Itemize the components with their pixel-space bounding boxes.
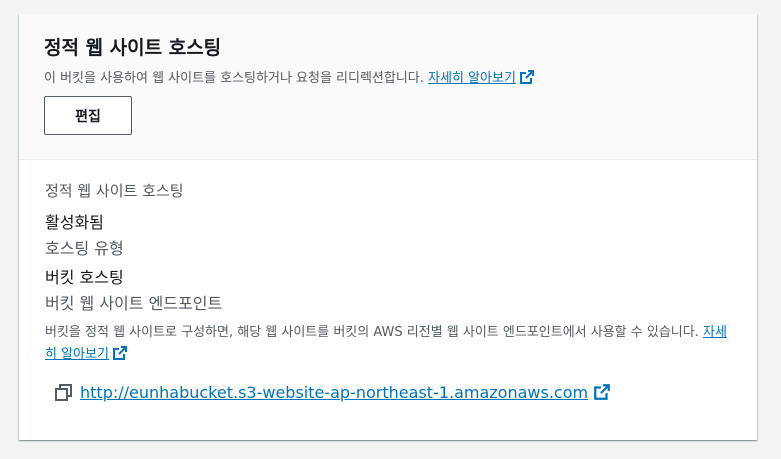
endpoint-help-text: 버킷을 정적 웹 사이트로 구성하면, 해당 웹 사이트를 버킷의 AWS 리전…: [45, 322, 735, 366]
hosting-type-value: 버킷 호스팅: [45, 268, 124, 287]
hosting-type-label: 호스팅 유형: [45, 239, 124, 258]
learn-more-label: 자세히 알아보기: [428, 71, 516, 86]
section-label: 정적 웹 사이트 호스팅: [45, 182, 184, 200]
panel-header: 정적 웹 사이트 호스팅 이 버킷을 사용하여 웹 사이트를 호스팅하거나 요청…: [19, 14, 757, 160]
external-link-icon: [519, 70, 534, 84]
endpoint-label: 버킷 웹 사이트 엔드포인트: [45, 294, 223, 313]
hosting-status-value: 활성화됨: [45, 213, 104, 232]
edit-button[interactable]: 편집: [44, 96, 132, 135]
description-text: 이 버킷을 사용하여 웹 사이트를 호스팅하거나 요청을 리디렉션합니다.: [44, 71, 424, 86]
learn-more-link[interactable]: 자세히 알아보기: [428, 70, 535, 86]
panel-title: 정적 웹 사이트 호스팅: [44, 37, 222, 59]
static-website-hosting-panel: 정적 웹 사이트 호스팅 이 버킷을 사용하여 웹 사이트를 호스팅하거나 요청…: [19, 14, 757, 440]
endpoint-url-text: http://eunhabucket.s3-website-ap-northea…: [80, 382, 589, 402]
panel-body: 정적 웹 사이트 호스팅 활성화됨 호스팅 유형 버킷 호스팅 버킷 웹 사이트…: [19, 160, 757, 404]
endpoint-help-description: 버킷을 정적 웹 사이트로 구성하면, 해당 웹 사이트를 버킷의 AWS 리전…: [45, 325, 699, 340]
endpoint-row: http://eunhabucket.s3-website-ap-northea…: [54, 380, 732, 404]
external-link-icon: [594, 383, 610, 400]
panel-description: 이 버킷을 사용하여 웹 사이트를 호스팅하거나 요청을 리디렉션합니다. 자세…: [44, 69, 732, 88]
copy-icon[interactable]: [54, 382, 74, 402]
endpoint-url-link[interactable]: http://eunhabucket.s3-website-ap-northea…: [80, 383, 611, 402]
external-link-icon: [112, 346, 127, 360]
